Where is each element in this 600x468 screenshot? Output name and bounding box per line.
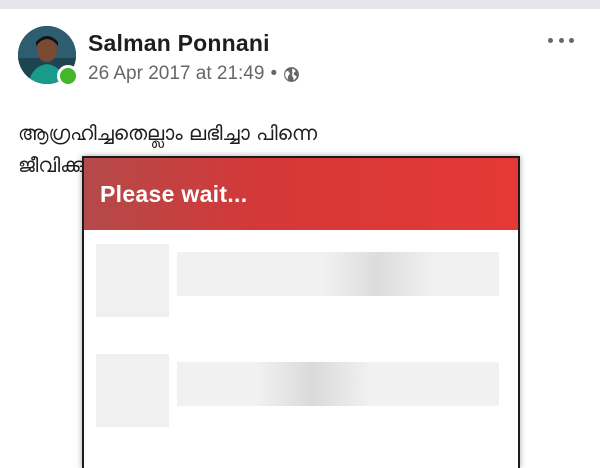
placeholder-thumbnail bbox=[96, 244, 169, 317]
loading-placeholder-row bbox=[96, 354, 500, 430]
post-author-name[interactable]: Salman Ponnani bbox=[88, 30, 270, 57]
dialog-header: Please wait... bbox=[84, 158, 518, 230]
dialog-title: Please wait... bbox=[100, 180, 248, 207]
post-timestamp[interactable]: 26 Apr 2017 at 21:49 bbox=[88, 63, 264, 85]
more-options-icon[interactable] bbox=[548, 35, 574, 45]
placeholder-text-bar bbox=[177, 362, 499, 406]
loading-placeholder-row bbox=[96, 244, 500, 320]
placeholder-thumbnail bbox=[96, 354, 169, 427]
top-divider-bar bbox=[0, 0, 600, 9]
post-text-line: ആഗ്രഹിച്ചതെല്ലാം ലഭിച്ചാ പിന്നെ bbox=[18, 121, 318, 145]
online-status-indicator bbox=[57, 65, 79, 87]
loading-dialog: Please wait... bbox=[82, 156, 520, 468]
globe-icon[interactable] bbox=[283, 66, 300, 83]
post-meta: 26 Apr 2017 at 21:49 • bbox=[88, 63, 300, 85]
meta-separator: • bbox=[270, 63, 278, 84]
placeholder-text-bar bbox=[177, 252, 499, 296]
